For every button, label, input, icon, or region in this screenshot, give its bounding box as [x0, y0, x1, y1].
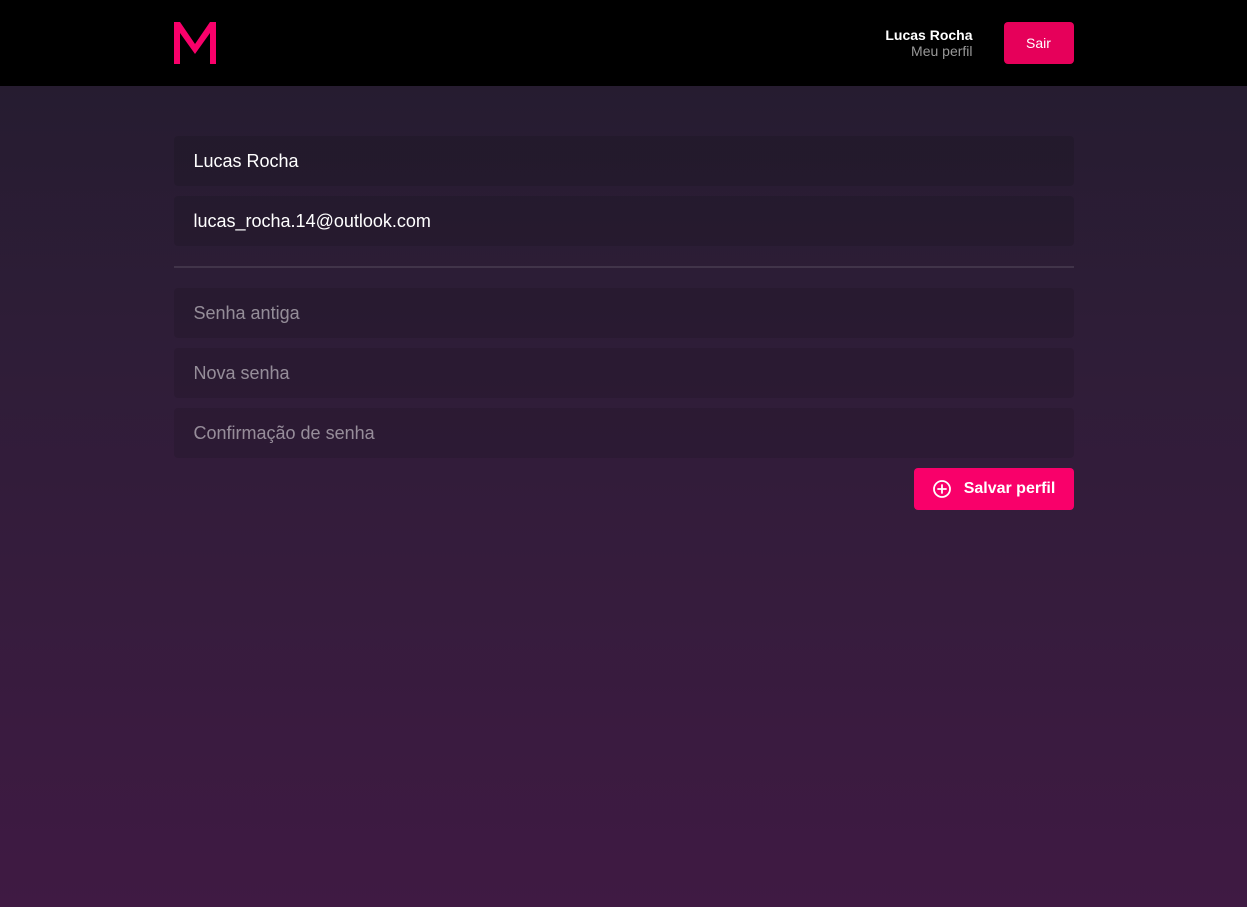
header: Lucas Rocha Meu perfil Sair: [0, 0, 1247, 86]
header-right: Lucas Rocha Meu perfil Sair: [885, 22, 1074, 64]
confirm-password-field[interactable]: [173, 408, 1074, 458]
logout-button[interactable]: Sair: [1003, 22, 1074, 64]
name-field[interactable]: [173, 136, 1074, 186]
header-inner: Lucas Rocha Meu perfil Sair: [173, 0, 1074, 86]
email-field[interactable]: [173, 196, 1074, 246]
profile-name: Lucas Rocha: [885, 27, 973, 43]
new-password-field[interactable]: [173, 348, 1074, 398]
profile-link[interactable]: Meu perfil: [885, 43, 972, 59]
save-profile-button[interactable]: Salvar perfil: [913, 468, 1074, 510]
profile-form: Salvar perfil: [173, 136, 1074, 510]
old-password-field[interactable]: [173, 288, 1074, 338]
profile-info: Lucas Rocha Meu perfil: [885, 27, 972, 59]
add-circle-icon: [932, 480, 951, 498]
form-actions: Salvar perfil: [174, 468, 1074, 510]
m-logo-icon[interactable]: [173, 22, 216, 64]
save-profile-label: Salvar perfil: [963, 480, 1056, 497]
divider: [173, 266, 1074, 268]
